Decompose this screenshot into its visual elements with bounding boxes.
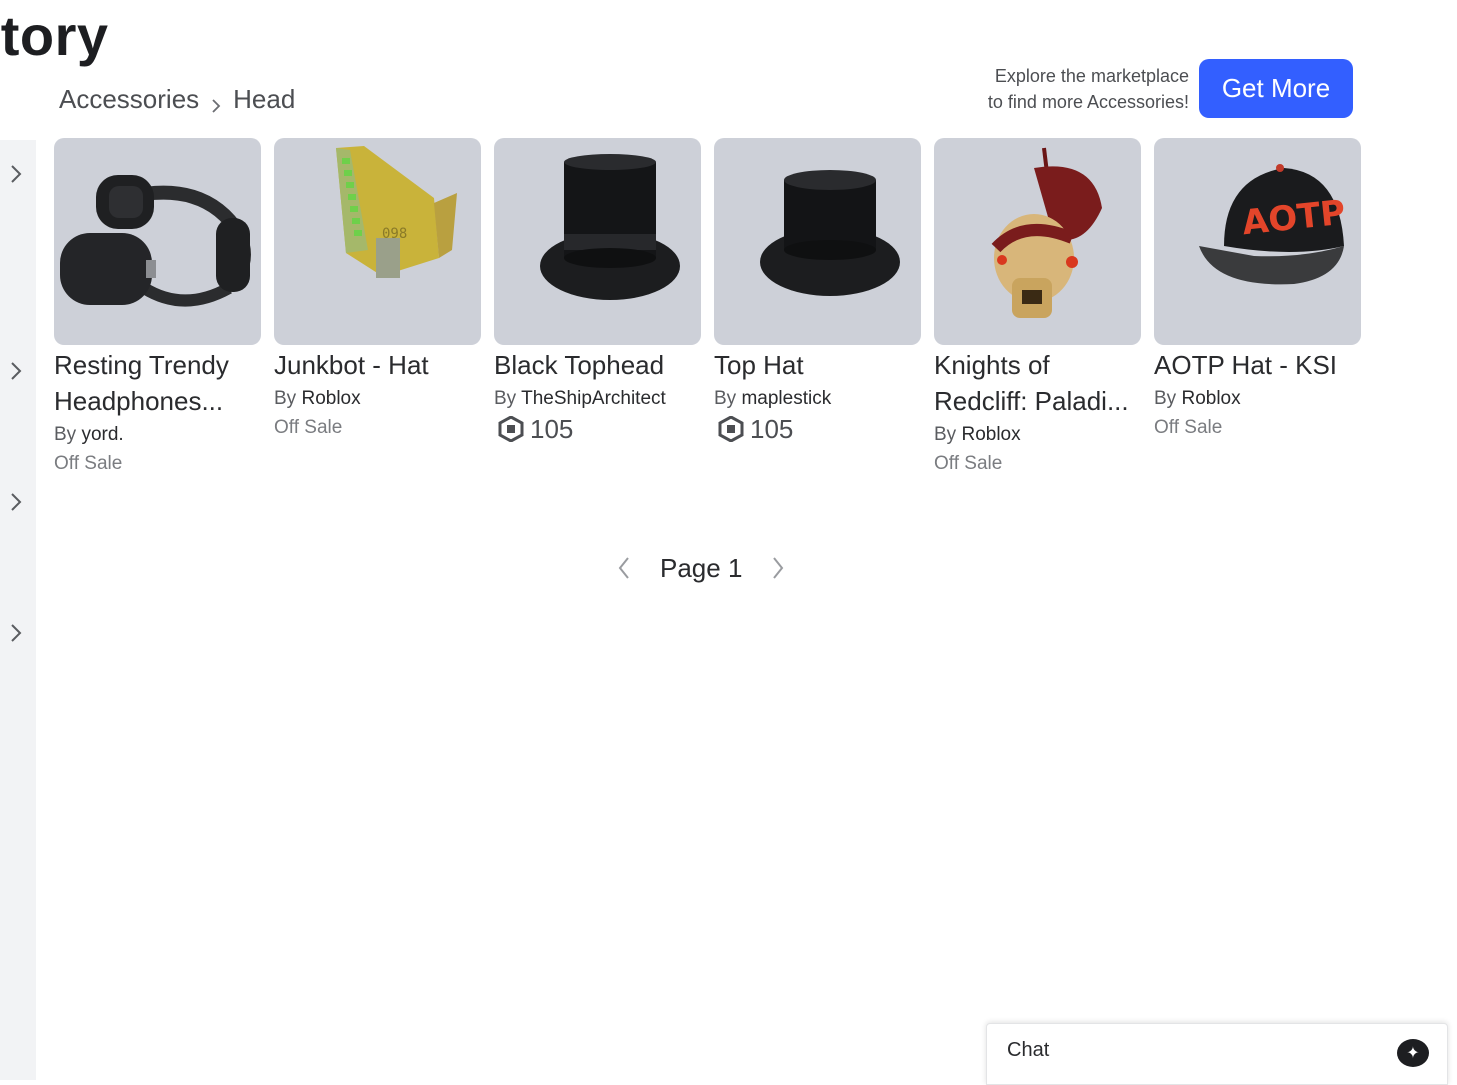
- item-status: Off Sale: [1154, 417, 1223, 438]
- item-name[interactable]: Resting Trendy Headphones...: [54, 347, 261, 419]
- creator-prefix: By: [934, 424, 957, 445]
- creator-link[interactable]: TheShipArchitect: [521, 388, 666, 409]
- item-card[interactable]: Black Tophead By TheShipArchitect 105: [494, 138, 701, 479]
- item-name[interactable]: Knights of Redcliff: Paladi...: [934, 347, 1141, 419]
- breadcrumb-separator-chevron-icon: [209, 91, 223, 113]
- top-hat-image-icon: [760, 170, 900, 296]
- creator-link[interactable]: yord.: [81, 424, 123, 445]
- item-thumbnail[interactable]: [494, 138, 701, 345]
- aotp-cap-image-icon: AOTP: [1199, 164, 1347, 285]
- black-top-hat-image-icon: [540, 154, 680, 300]
- item-creator: By maplestick: [714, 385, 921, 413]
- creator-prefix: By: [1154, 388, 1177, 409]
- chat-label: Chat: [1007, 1039, 1050, 1061]
- creator-link[interactable]: maplestick: [741, 388, 831, 409]
- promo-text: Explore the marketplace to find more Acc…: [988, 63, 1189, 115]
- item-creator: By Roblox: [274, 385, 481, 413]
- creator-prefix: By: [714, 388, 737, 409]
- creator-prefix: By: [274, 388, 297, 409]
- svg-text:098: 098: [382, 226, 407, 242]
- item-status: Off Sale: [934, 453, 1003, 474]
- item-card[interactable]: Knights of Redcliff: Paladi... By Roblox…: [934, 138, 1141, 479]
- rail-expand-3-chevron-icon[interactable]: [6, 490, 26, 514]
- promo-line-2: to find more Accessories!: [987, 91, 1189, 112]
- item-card[interactable]: Top Hat By maplestick 105: [714, 138, 921, 479]
- item-status: Off Sale: [54, 453, 123, 474]
- breadcrumb-accessories[interactable]: Accessories: [59, 84, 199, 115]
- marketplace-promo: Explore the marketplace to find more Acc…: [988, 59, 1353, 118]
- page-title: ntory: [0, 4, 109, 67]
- item-thumbnail[interactable]: [934, 138, 1141, 345]
- left-rail: [0, 140, 36, 1080]
- item-card[interactable]: AOTP AOTP Hat - KSI By Roblox Off Sale: [1154, 138, 1361, 479]
- page-indicator: Page 1: [660, 552, 743, 583]
- creator-link[interactable]: Roblox: [301, 388, 360, 409]
- creator-link[interactable]: Roblox: [961, 424, 1020, 445]
- price-value: 105: [530, 414, 574, 444]
- item-thumbnail[interactable]: 098: [274, 138, 481, 345]
- creator-prefix: By: [54, 424, 77, 445]
- creator-link[interactable]: Roblox: [1181, 388, 1240, 409]
- item-name[interactable]: Top Hat: [714, 347, 921, 383]
- item-creator: By Roblox: [934, 421, 1141, 449]
- rail-expand-2-chevron-icon[interactable]: [6, 359, 26, 383]
- item-name[interactable]: Junkbot - Hat: [274, 347, 481, 383]
- item-name[interactable]: AOTP Hat - KSI: [1154, 347, 1361, 383]
- item-thumbnail[interactable]: [714, 138, 921, 345]
- breadcrumb-head[interactable]: Head: [233, 84, 295, 115]
- breadcrumb: Accessories Head: [59, 84, 295, 115]
- item-name[interactable]: Black Tophead: [494, 347, 701, 383]
- item-card[interactable]: Resting Trendy Headphones... By yord. Of…: [54, 138, 261, 479]
- rail-expand-4-chevron-icon[interactable]: [6, 621, 26, 645]
- get-more-button[interactable]: Get More: [1199, 59, 1353, 118]
- item-price: 105: [714, 413, 921, 445]
- item-status: Off Sale: [274, 417, 343, 438]
- rail-expand-1-chevron-icon[interactable]: [6, 162, 26, 186]
- creator-prefix: By: [494, 388, 517, 409]
- item-thumbnail[interactable]: [54, 138, 261, 345]
- junkbot-hat-image-icon: 098: [336, 146, 457, 278]
- price-value: 105: [750, 414, 794, 444]
- headphones-image-icon: [60, 175, 251, 307]
- robux-icon: [498, 415, 524, 443]
- next-page-chevron-icon[interactable]: [764, 548, 792, 588]
- item-creator: By Roblox: [1154, 385, 1361, 413]
- promo-line-1: Explore the marketplace: [994, 65, 1189, 86]
- chat-sparkle-icon[interactable]: ✦: [1397, 1039, 1429, 1067]
- pagination: Page 1: [610, 548, 792, 588]
- robux-icon: [718, 415, 744, 443]
- item-card[interactable]: 098 Junkbot - Hat By Roblox Off Sale: [274, 138, 481, 479]
- chat-bar[interactable]: Chat ✦: [986, 1023, 1448, 1085]
- item-thumbnail[interactable]: AOTP: [1154, 138, 1361, 345]
- item-price: 105: [494, 413, 701, 445]
- prev-page-chevron-icon[interactable]: [610, 548, 638, 588]
- item-creator: By yord.: [54, 421, 261, 449]
- item-grid: Resting Trendy Headphones... By yord. Of…: [54, 138, 1361, 479]
- paladin-helmet-image-icon: [991, 147, 1102, 318]
- item-creator: By TheShipArchitect: [494, 385, 701, 413]
